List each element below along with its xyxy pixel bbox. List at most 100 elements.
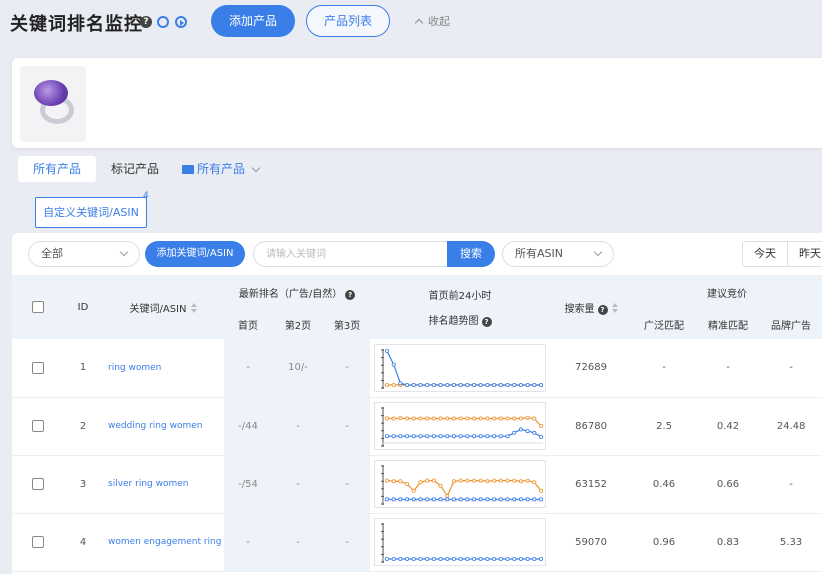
col-trend-line2: 排名趋势图	[428, 316, 479, 327]
row-page2: -	[272, 397, 324, 455]
search-button[interactable]: 搜索	[447, 241, 495, 267]
organic-rank-point	[512, 557, 517, 562]
ad-rank-point	[485, 479, 490, 484]
keyword-count-badge: 4	[143, 191, 149, 201]
trend-sparkline[interactable]	[374, 343, 547, 392]
col-search-volume[interactable]: 搜索量?	[550, 275, 632, 339]
ad-rank-point	[518, 479, 523, 484]
all-select[interactable]: 全部	[28, 241, 140, 267]
row-checkbox[interactable]	[32, 420, 44, 432]
sort-icon[interactable]	[611, 302, 618, 313]
row-search-volume: 86780	[575, 420, 607, 432]
organic-rank-point	[472, 382, 477, 387]
row-page1: -	[224, 339, 272, 397]
ad-rank-point	[532, 480, 537, 485]
organic-rank-point	[445, 557, 450, 562]
organic-rank-point	[391, 362, 396, 367]
add-keyword-button[interactable]: 添加关键词/ASIN	[145, 241, 245, 267]
organic-rank-point	[465, 497, 470, 502]
organic-rank-point	[451, 382, 456, 387]
organic-rank-point	[425, 557, 430, 562]
col-suggested-bid: 建议竞价	[707, 288, 748, 300]
organic-rank-point	[498, 382, 503, 387]
row-keyword-link[interactable]: women engagement ring	[102, 513, 224, 571]
ad-rank-point	[478, 416, 483, 421]
keyword-search-input[interactable]	[253, 241, 449, 267]
ad-rank-point	[418, 480, 423, 485]
collapse-label: 收起	[428, 15, 450, 28]
trend-sparkline[interactable]	[374, 518, 547, 566]
row-checkbox[interactable]	[32, 478, 44, 490]
ad-rank-point	[405, 416, 410, 421]
ad-rank-point	[385, 416, 390, 421]
row-page2: -	[272, 513, 324, 571]
yesterday-button[interactable]: 昨天	[787, 241, 822, 267]
product-thumbnail[interactable]	[20, 66, 86, 142]
row-page1: -/54	[224, 455, 272, 513]
collapse-toggle[interactable]: 收起	[414, 13, 450, 29]
ad-rank-point	[505, 416, 510, 421]
ad-rank-point	[391, 382, 396, 387]
topbar: 关键词排名监控 ? 添加产品 产品列表 收起	[0, 0, 822, 44]
product-list-button[interactable]: 产品列表	[306, 5, 390, 37]
ad-rank-point	[532, 416, 537, 421]
organic-rank-point	[405, 434, 410, 439]
organic-rank-line	[387, 428, 542, 438]
row-id: 2	[79, 420, 87, 432]
trend-sparkline[interactable]	[374, 460, 547, 508]
organic-rank-point	[445, 382, 450, 387]
trend-sparkline[interactable]	[374, 402, 547, 450]
ad-rank-point	[451, 416, 456, 421]
globe-icon[interactable]	[157, 16, 169, 28]
help-icon[interactable]: ?	[597, 304, 608, 315]
row-checkbox[interactable]	[32, 361, 44, 374]
folder-dropdown[interactable]: 所有产品	[182, 156, 272, 182]
ad-rank-line	[387, 417, 542, 427]
organic-rank-point	[445, 497, 450, 502]
ad-rank-point	[525, 415, 530, 420]
organic-rank-point	[385, 497, 390, 502]
help-icon[interactable]: ?	[345, 289, 356, 300]
row-search-volume: 59070	[575, 536, 607, 548]
organic-rank-point	[492, 434, 497, 439]
row-id: 4	[79, 536, 87, 548]
add-product-button[interactable]: 添加产品	[211, 5, 295, 37]
select-all-checkbox[interactable]	[32, 301, 44, 313]
tab-marked-products[interactable]: 标记产品	[104, 156, 166, 182]
sort-icon[interactable]	[190, 302, 197, 313]
custom-keyword-tab[interactable]: 自定义关键词/ASIN	[35, 197, 147, 228]
organic-rank-point	[451, 434, 456, 439]
help-icon[interactable]: ?	[140, 16, 152, 28]
table-row: 4 women engagement ring - - - 59070 0.96…	[12, 513, 822, 571]
ad-rank-point	[445, 416, 450, 421]
row-page3: -	[324, 455, 371, 513]
ad-rank-point	[425, 478, 430, 483]
play-icon[interactable]	[175, 16, 187, 28]
row-keyword-link[interactable]: ring women	[102, 339, 224, 397]
ad-rank-point	[478, 478, 483, 483]
row-checkbox[interactable]	[32, 536, 44, 548]
folder-icon	[182, 165, 194, 174]
organic-rank-point	[398, 557, 403, 562]
ad-rank-point	[539, 423, 544, 428]
organic-rank-point	[411, 557, 416, 562]
organic-rank-point	[451, 497, 456, 502]
table-row: 3 silver ring women -/54 - - 63152 0.46 …	[12, 455, 822, 513]
chevron-down-icon	[119, 247, 129, 257]
today-button[interactable]: 今天	[742, 241, 788, 267]
ad-rank-point	[411, 488, 416, 493]
help-icon[interactable]: ?	[481, 317, 492, 327]
ad-rank-point	[391, 479, 396, 484]
tab-all-products[interactable]: 所有产品	[18, 156, 96, 182]
col-keyword[interactable]: 关键词/ASIN	[102, 275, 224, 339]
organic-rank-point	[391, 434, 396, 439]
row-id: 3	[79, 478, 87, 490]
col-page2: 第2页	[284, 320, 312, 332]
organic-rank-point	[532, 557, 537, 562]
ad-rank-point	[411, 416, 416, 421]
asin-select[interactable]: 所有ASIN	[502, 241, 614, 267]
ad-rank-point	[418, 416, 423, 421]
row-keyword-link[interactable]: silver ring women	[102, 455, 224, 513]
col-broad-match: 广泛匹配	[644, 320, 685, 332]
row-keyword-link[interactable]: wedding ring women	[102, 397, 224, 455]
